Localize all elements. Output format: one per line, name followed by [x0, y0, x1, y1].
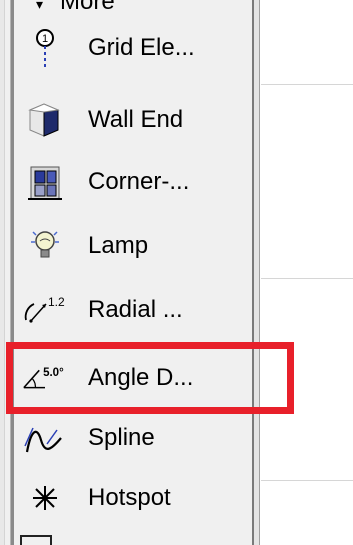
- tool-corner-window[interactable]: Corner-...: [14, 152, 252, 212]
- lamp-icon: [20, 224, 70, 268]
- panel-splitter[interactable]: [252, 0, 260, 545]
- hotspot-icon: [20, 476, 70, 520]
- tool-hotspot[interactable]: Hotspot: [14, 468, 252, 528]
- tool-spline[interactable]: Spline: [14, 408, 252, 468]
- tool-label: Spline: [88, 424, 155, 451]
- more-arrow-icon: ▾: [36, 0, 44, 12]
- spline-icon: [20, 416, 70, 460]
- grid-element-icon: 1: [20, 26, 70, 70]
- wall-end-icon: [20, 98, 70, 142]
- canvas-gridline: [261, 278, 353, 279]
- svg-text:1: 1: [42, 33, 48, 45]
- next-tool-partial-icon[interactable]: [20, 535, 52, 545]
- canvas-gridline: [261, 84, 353, 85]
- tool-label: Wall End: [88, 106, 184, 133]
- tool-label: Radial ...: [88, 296, 183, 323]
- corner-window-icon: [20, 160, 70, 204]
- tool-grid-element[interactable]: 1 Grid Ele...: [14, 18, 252, 78]
- tool-lamp[interactable]: Lamp: [14, 216, 252, 276]
- tool-label: Corner-...: [88, 168, 190, 195]
- screenshot-canvas: ▾ More 1 Grid Ele... Wall End Corner-...…: [0, 0, 353, 545]
- tool-radial-dimension[interactable]: 1.2 Radial ...: [14, 280, 252, 340]
- radial-dimension-icon: 1.2: [20, 288, 70, 332]
- tool-label: Grid Ele...: [88, 34, 195, 61]
- highlight-box: [6, 342, 294, 414]
- palette-edge: [0, 0, 5, 545]
- tool-label: Lamp: [88, 232, 149, 259]
- canvas-gridline: [261, 480, 353, 481]
- more-item-label[interactable]: More: [60, 0, 115, 16]
- toolbox-palette: ▾ More 1 Grid Ele... Wall End Corner-...…: [0, 0, 252, 545]
- radial-icon-text: 1.2: [48, 295, 65, 309]
- tool-wall-end[interactable]: Wall End: [14, 90, 252, 150]
- tool-label: Hotspot: [88, 484, 171, 511]
